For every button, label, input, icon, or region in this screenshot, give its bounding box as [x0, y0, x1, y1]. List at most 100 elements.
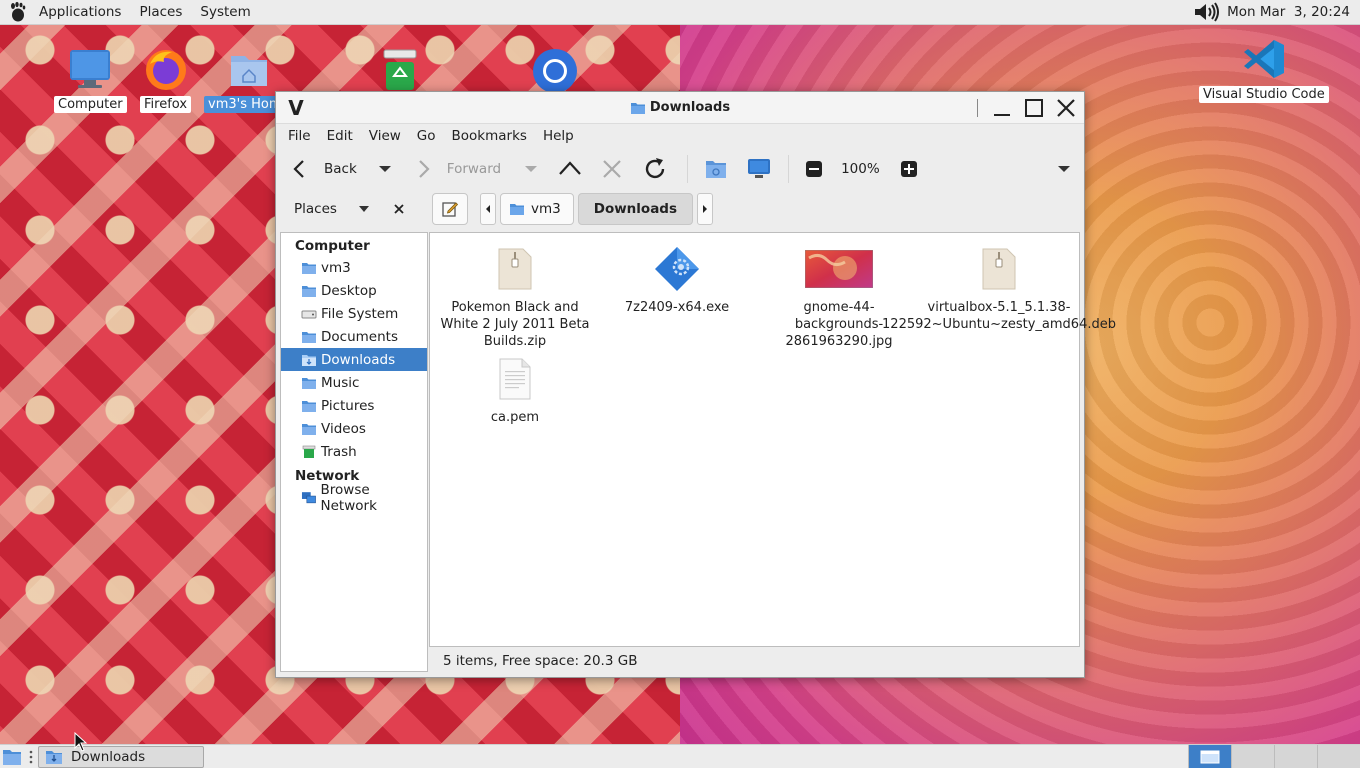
divider — [977, 98, 978, 117]
maximize-button[interactable] — [1020, 94, 1048, 122]
content-area: Computer vm3 Desktop File System Documen… — [280, 232, 1116, 673]
places-sidebar: Computer vm3 Desktop File System Documen… — [280, 232, 428, 672]
toggle-location-entry-button[interactable] — [432, 193, 468, 225]
toolbar-overflow-icon[interactable] — [1054, 159, 1074, 179]
volume-icon[interactable] — [1193, 2, 1221, 22]
file-item[interactable]: ca.pem — [440, 353, 590, 426]
panel-handle-icon[interactable] — [28, 748, 34, 766]
places-selector[interactable]: Places — [276, 201, 426, 217]
workspace-3[interactable] — [1274, 745, 1317, 768]
workspace-1[interactable] — [1188, 745, 1231, 768]
file-item[interactable]: gnome-44-backgrounds-2861963290.jpg — [764, 243, 914, 350]
desktop-icon-vscode[interactable]: Visual Studio Code — [1199, 36, 1329, 103]
file-item[interactable]: 7z2409-x64.exe — [602, 243, 752, 316]
sidebar-item-label: Music — [321, 374, 360, 391]
sidebar-item-browse-network[interactable]: Browse Network — [281, 482, 427, 514]
edit-icon — [442, 202, 459, 217]
sidebar-heading-computer: Computer — [295, 238, 370, 254]
applications-menu[interactable]: Applications — [30, 0, 130, 24]
documents-folder-icon — [302, 331, 316, 343]
home-folder-icon — [230, 56, 267, 86]
menu-file[interactable]: File — [280, 128, 319, 144]
sidebar-item-label: Downloads — [321, 351, 396, 368]
menu-go[interactable]: Go — [409, 128, 444, 144]
sidebar-item-vm3[interactable]: vm3 — [281, 256, 427, 279]
window-thumbnail-icon — [1200, 750, 1220, 763]
zoom-level: 100% — [841, 161, 880, 177]
close-sidebar-icon[interactable] — [393, 203, 405, 215]
maximize-icon — [1025, 98, 1043, 117]
breadcrumb-scroll-left[interactable] — [480, 193, 496, 225]
clock[interactable]: Mon Mar 3, 20:24 — [1227, 4, 1350, 20]
top-panel-status: Mon Mar 3, 20:24 — [1193, 2, 1360, 22]
sidebar-item-trash[interactable]: Trash — [281, 440, 427, 463]
sidebar-item-label: Pictures — [321, 397, 375, 414]
computer-icon — [70, 50, 111, 88]
desktop-folder-icon — [302, 285, 316, 297]
zoom-in-icon[interactable] — [900, 160, 918, 178]
menu-view[interactable]: View — [361, 128, 409, 144]
computer-icon[interactable] — [746, 157, 772, 181]
chevron-right-icon — [703, 205, 708, 213]
zoom-out-icon[interactable] — [805, 160, 823, 178]
taskbar-window-button[interactable]: Downloads — [38, 745, 204, 768]
desktop-icon-label: Firefox — [140, 96, 192, 113]
sidebar-item-documents[interactable]: Documents — [281, 325, 427, 348]
bottom-panel: Downloads — [0, 744, 1360, 768]
window-titlebar[interactable]: V Downloads — [276, 92, 1084, 124]
forward-history-dropdown-icon[interactable] — [521, 159, 541, 179]
system-menu[interactable]: System — [191, 0, 259, 24]
workspace-4[interactable] — [1317, 745, 1360, 768]
minimize-button[interactable] — [988, 94, 1016, 122]
breadcrumb-scroll-right[interactable] — [697, 193, 714, 225]
desktop-icon-computer[interactable]: Computer — [54, 46, 127, 113]
file-name: 7z2409-x64.exe — [624, 300, 730, 315]
forward-button[interactable]: Forward — [413, 153, 501, 185]
close-button[interactable] — [1052, 94, 1080, 122]
chevron-left-icon — [486, 205, 490, 213]
breadcrumb-downloads[interactable]: Downloads — [577, 193, 694, 225]
desktop-icon-firefox[interactable]: Firefox — [140, 46, 192, 113]
desktop-icon-trash[interactable] — [380, 46, 420, 92]
forward-label: Forward — [446, 161, 502, 177]
music-folder-icon — [302, 377, 316, 389]
menu-edit[interactable]: Edit — [319, 128, 361, 144]
status-text: 5 items, Free space: 20.3 GB — [443, 653, 638, 669]
up-arrow-icon[interactable] — [557, 156, 583, 182]
pictures-folder-icon — [302, 400, 316, 412]
home-folder-icon — [510, 204, 524, 215]
reload-icon[interactable] — [641, 155, 669, 183]
sidebar-item-label: Browse Network — [320, 481, 377, 514]
places-menu[interactable]: Places — [130, 0, 191, 24]
breadcrumb-vm3[interactable]: vm3 — [500, 193, 574, 225]
menu-bookmarks[interactable]: Bookmarks — [444, 128, 535, 144]
back-button[interactable]: Back — [290, 153, 357, 185]
window-controls — [977, 94, 1080, 122]
gnome-foot-icon[interactable] — [6, 1, 28, 23]
sidebar-item-pictures[interactable]: Pictures — [281, 394, 427, 417]
workspace-2[interactable] — [1231, 745, 1274, 768]
file-item[interactable]: virtualbox-5.1_5.1.38-122592~Ubuntu~zest… — [882, 243, 1116, 333]
chromium-icon — [533, 49, 577, 92]
menu-help[interactable]: Help — [535, 128, 582, 144]
minimize-icon — [994, 113, 1010, 116]
chevron-down-icon — [358, 206, 369, 212]
back-history-dropdown-icon[interactable] — [375, 159, 395, 179]
stop-icon[interactable] — [599, 156, 625, 182]
window-menu-button[interactable]: V — [282, 94, 310, 122]
file-item[interactable]: Pokemon Black and White 2 July 2011 Beta… — [440, 243, 590, 350]
show-desktop-icon[interactable] — [2, 748, 22, 766]
sidebar-item-downloads[interactable]: Downloads — [281, 348, 427, 371]
back-arrow-icon — [293, 160, 304, 178]
videos-folder-icon — [302, 423, 316, 435]
sidebar-item-file-system[interactable]: File System — [281, 302, 427, 325]
sidebar-item-desktop[interactable]: Desktop — [281, 279, 427, 302]
desktop-icon-chromium[interactable] — [530, 46, 580, 92]
home-folder-icon[interactable] — [704, 158, 728, 180]
status-bar: 5 items, Free space: 20.3 GB — [429, 649, 1080, 673]
sidebar-item-videos[interactable]: Videos — [281, 417, 427, 440]
breadcrumb-label: vm3 — [531, 201, 561, 217]
places-selector-label: Places — [294, 201, 337, 217]
top-panel: Applications Places System Mon Mar 3, 20… — [0, 0, 1360, 25]
sidebar-item-music[interactable]: Music — [281, 371, 427, 394]
